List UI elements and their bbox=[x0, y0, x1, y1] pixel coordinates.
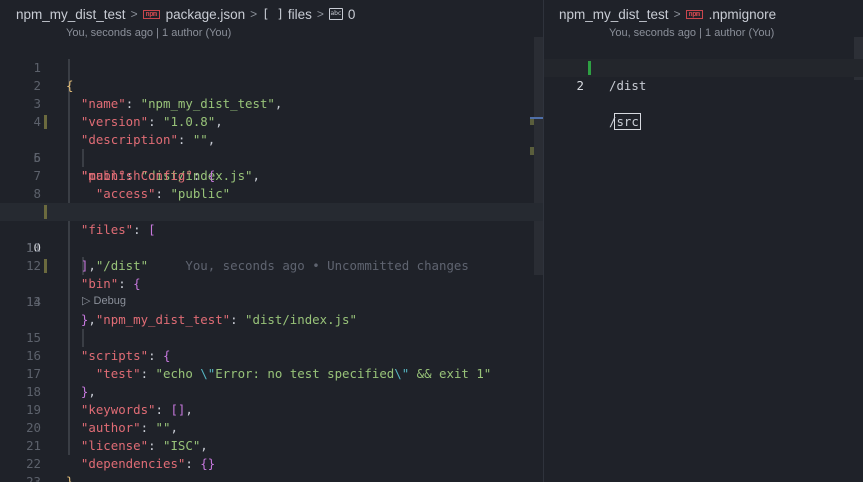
code-line[interactable]: 4 "description": "", bbox=[0, 95, 543, 147]
modified-gutter-mark[interactable] bbox=[44, 205, 47, 219]
string-abc-icon: abc bbox=[328, 8, 343, 20]
code-line[interactable]: 22 } bbox=[0, 437, 543, 482]
modified-gutter-mark[interactable] bbox=[44, 115, 47, 129]
breadcrumb-file[interactable]: .npmignore bbox=[709, 7, 777, 22]
breadcrumb-symbol-files[interactable]: files bbox=[288, 7, 312, 22]
code-line-current[interactable]: 2 /src bbox=[544, 59, 863, 130]
code-line[interactable]: 18 "keywords": [], bbox=[0, 365, 543, 417]
code-line[interactable]: 20 "license": "ISC", bbox=[0, 401, 543, 453]
code-line[interactable]: 5 "main": "dist/index.js", bbox=[0, 113, 543, 183]
line-number: 14 bbox=[26, 294, 41, 309]
code-line[interactable]: 11 ], bbox=[0, 221, 543, 273]
npm-file-icon: npm bbox=[142, 9, 160, 19]
code-text[interactable]: /src bbox=[609, 113, 641, 131]
selection-highlight[interactable]: src bbox=[614, 113, 641, 130]
code-line[interactable]: 2 "name": "npm_my_dist_test", bbox=[0, 59, 543, 111]
editor-pane-package-json[interactable]: npm_my_dist_test > npm package.json > [ … bbox=[0, 0, 543, 482]
breadcrumb-folder[interactable]: npm_my_dist_test bbox=[559, 7, 669, 22]
modified-gutter-mark[interactable] bbox=[44, 259, 47, 273]
line-number: 23 bbox=[26, 474, 41, 482]
code-line[interactable]: 14 }, bbox=[0, 275, 543, 327]
line-number: 2 bbox=[576, 78, 584, 93]
codelens-debug[interactable]: ▷ Debug bbox=[82, 294, 126, 307]
codelens-author[interactable]: You, seconds ago | 1 author (You) bbox=[609, 27, 774, 39]
breadcrumb-file[interactable]: package.json bbox=[166, 7, 246, 22]
chevron-right-icon: > bbox=[250, 7, 258, 21]
code-line[interactable]: 15 "scripts": { bbox=[0, 311, 543, 363]
code-line[interactable]: 3 "version": "1.0.8", bbox=[0, 77, 543, 129]
code-line[interactable]: 7 "access": "public" bbox=[0, 149, 543, 201]
code-line[interactable]: 1 { bbox=[0, 41, 543, 93]
editor-pane-npmignore[interactable]: npm_my_dist_test > npm .npmignore You, s… bbox=[544, 0, 863, 482]
debug-label: Debug bbox=[93, 295, 126, 307]
array-brackets-icon: [ ] bbox=[262, 7, 284, 21]
debug-play-icon: ▷ bbox=[82, 295, 91, 307]
code-line[interactable]: 6 "publishConfig": { bbox=[0, 131, 543, 183]
breadcrumb: npm_my_dist_test > npm package.json > [ … bbox=[16, 4, 355, 24]
breadcrumb-symbol-index[interactable]: 0 bbox=[348, 7, 356, 22]
code-line-current[interactable]: 10 "/dist" You, seconds ago • Uncommitte… bbox=[0, 203, 543, 273]
code-text[interactable]: } bbox=[66, 473, 73, 482]
code-line[interactable]: 8 }, bbox=[0, 167, 543, 219]
code-line[interactable]: 23 bbox=[0, 455, 543, 482]
breadcrumb-folder[interactable]: npm_my_dist_test bbox=[16, 7, 126, 22]
chevron-right-icon: > bbox=[130, 7, 138, 21]
code-line[interactable]: 9 "files": [ bbox=[0, 185, 543, 237]
code-line[interactable]: 19 "author": "", bbox=[0, 383, 543, 435]
code-line[interactable]: 13 "npm_my_dist_test": "dist/index.js" bbox=[0, 257, 543, 327]
codelens-author[interactable]: You, seconds ago | 1 author (You) bbox=[66, 27, 231, 39]
npm-file-icon: npm bbox=[685, 9, 703, 19]
code-text[interactable]: /dist bbox=[609, 77, 646, 95]
chevron-right-icon: > bbox=[673, 7, 681, 21]
code-line[interactable]: 1 /dist bbox=[544, 41, 863, 93]
breadcrumb: npm_my_dist_test > npm .npmignore bbox=[559, 4, 776, 24]
code-line[interactable]: 21 "dependencies": {} bbox=[0, 419, 543, 471]
code-line[interactable]: 16 "test": "echo \"Error: no test specif… bbox=[0, 329, 543, 381]
code-line[interactable]: 17 }, bbox=[0, 347, 543, 399]
added-gutter-mark[interactable] bbox=[588, 61, 591, 75]
chevron-right-icon: > bbox=[316, 7, 324, 21]
code-line[interactable]: 12 "bin": { bbox=[0, 239, 543, 291]
